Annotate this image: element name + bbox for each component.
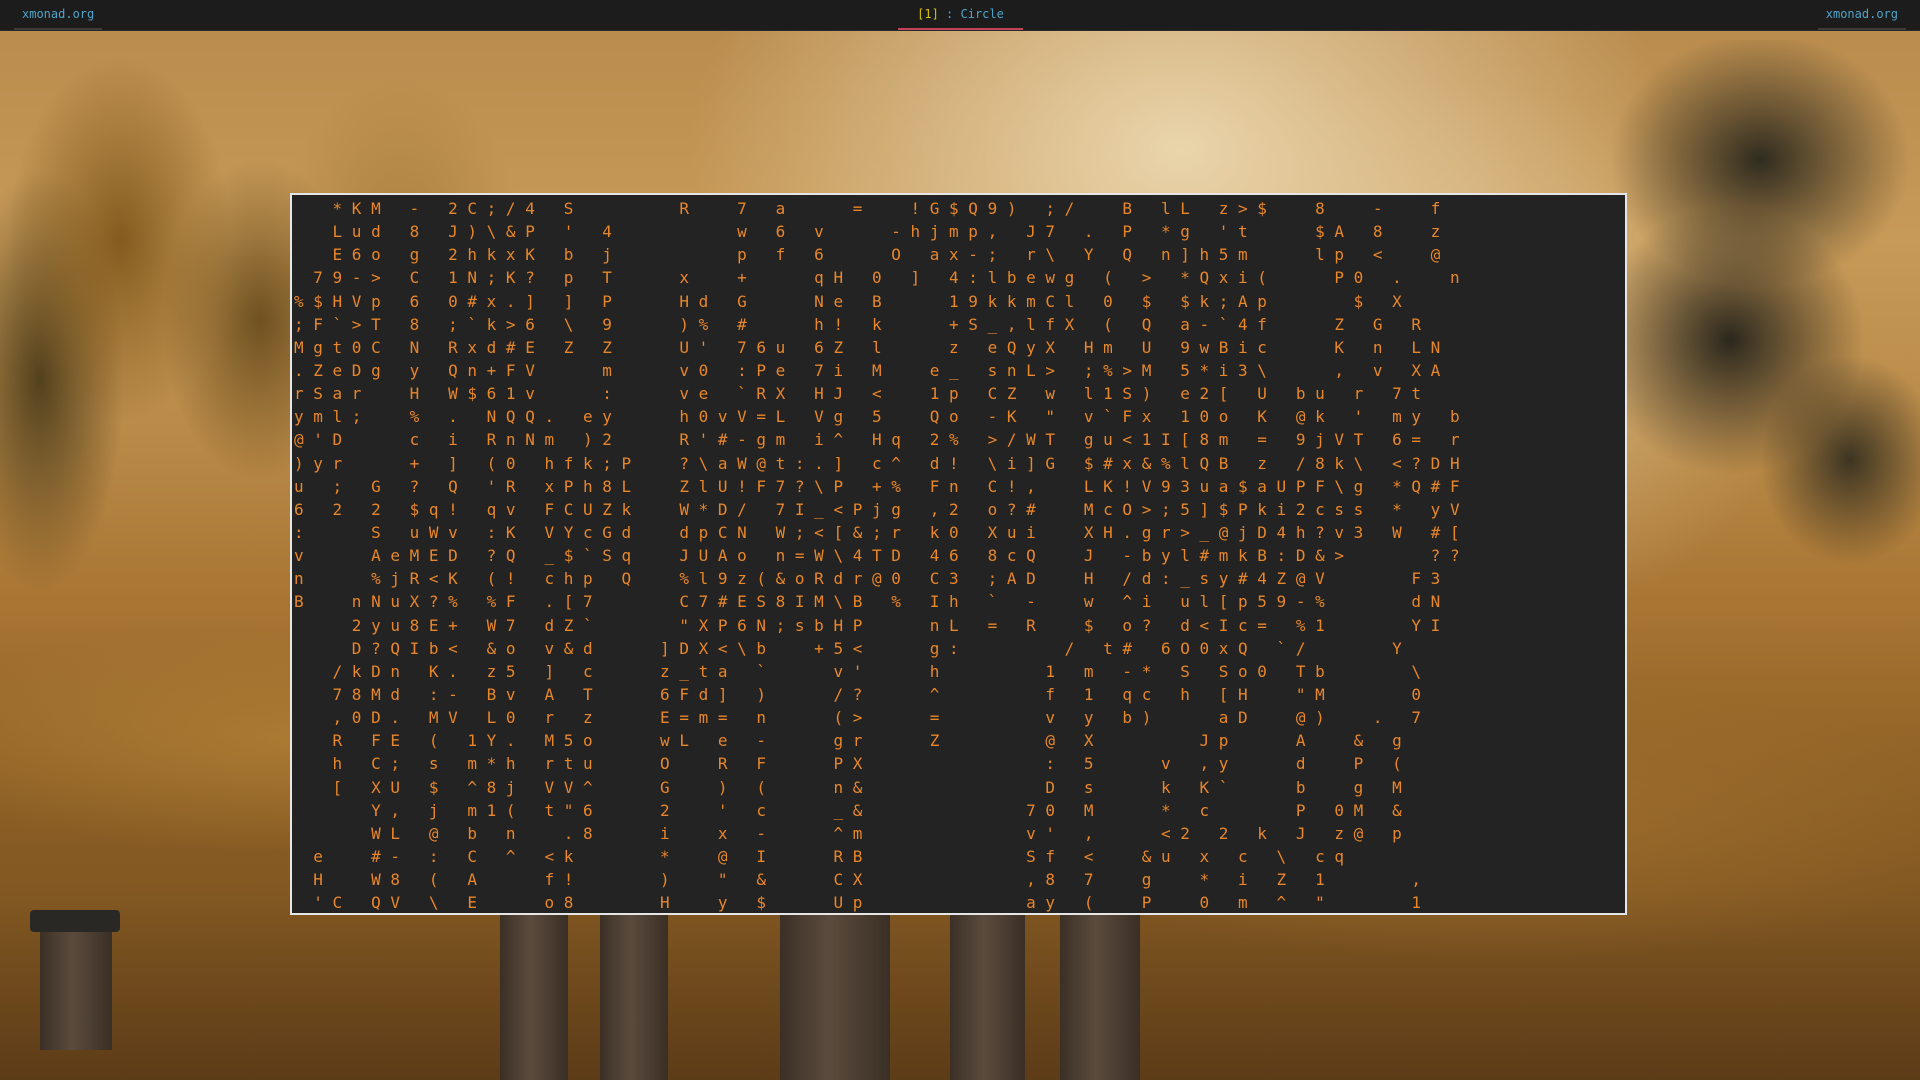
desktop: xmonad.org [1] : Circle xmonad.org * K M…	[0, 0, 1920, 1080]
fence-post-cap	[30, 910, 120, 932]
terminal-line: % $ H V p 6 0 # x . ] ] P H d G N e B 1 …	[294, 291, 1460, 311]
terminal-line: . Z e D g y Q n + F V m v 0 : P e 7 i M …	[294, 360, 1479, 380]
terminal-line: : S u W v : K V Y c G d d p C N W ; < [ …	[294, 522, 1460, 542]
terminal-line: n % j R < K ( ! c h p Q % l 9 z ( & o R …	[294, 569, 1441, 589]
fence-post	[40, 920, 112, 1050]
terminal-line: 2 y u 8 E + W 7 d Z ` " X P 6 N ; s b H …	[294, 615, 1441, 635]
terminal-matrix-output[interactable]: * K M - 2 C ; / 4 S R 7 a = ! G $ Q 9 ) …	[294, 197, 1625, 913]
bar-left-label[interactable]: xmonad.org	[14, 0, 103, 30]
terminal-line: @ ' D c i R n N m ) 2 R ' # - g m i ^ H …	[294, 430, 1460, 450]
fence-post	[500, 915, 568, 1080]
layout-name: Circle	[960, 7, 1004, 21]
terminal-line: 7 9 - > C 1 N ; K ? p T x + q H 0 ] 4 : …	[294, 268, 1460, 288]
terminal-line: M g t 0 C N R x d # E Z Z U ' 7 6 u 6 Z …	[294, 337, 1479, 357]
terminal-line: / k D n K . z 5 ] c z _ t a ` v ' h 1 m …	[294, 661, 1441, 681]
terminal-line: r S a r H W $ 6 1 v : v e ` R X H J < 1 …	[294, 384, 1460, 404]
fence-post	[600, 915, 668, 1080]
workspace-index: [1]	[917, 7, 939, 21]
workspace-indicator[interactable]: [1] : Circle	[898, 0, 1023, 30]
terminal-line: H W 8 ( A f ! ) " & C X , 8 7 g * i Z 1 …	[294, 870, 1422, 890]
fence-post	[950, 915, 1025, 1080]
terminal-line: B n N u X ? % % F . [ 7 C 7 # E S 8 I M …	[294, 592, 1441, 612]
terminal-line: R F E ( 1 Y . M 5 o w L e - g r Z @ X J …	[294, 731, 1422, 751]
terminal-line: * K M - 2 C ; / 4 S R 7 a = ! G $ Q 9 ) …	[294, 199, 1441, 218]
terminal-line: e # - : C ^ < k * @ I R B S f < & u x c …	[294, 846, 1402, 866]
terminal-line: , 0 D . M V L 0 r z E = m = n ( > = v y …	[294, 708, 1441, 728]
fence-post	[780, 915, 890, 1080]
terminal-line: Y , j m 1 ( t " 6 2 ' c _ & 7 0 M * c P …	[294, 800, 1422, 820]
status-bar: xmonad.org [1] : Circle xmonad.org	[0, 0, 1920, 31]
terminal-line: 6 2 2 $ q ! q v F C U Z k W * D / 7 I _ …	[294, 499, 1460, 519]
fence-post	[1060, 915, 1140, 1080]
bar-right-label[interactable]: xmonad.org	[1817, 0, 1906, 30]
terminal-line: 7 8 M d : - B v A T 6 F d ] ) / ? ^ f 1 …	[294, 684, 1441, 704]
terminal-line: h C ; s m * h r t u O R F P X : 5 v , y …	[294, 754, 1422, 774]
terminal-line: W L @ b n . 8 i x - ^ m v ' , < 2 2 k J …	[294, 823, 1422, 843]
terminal-line: y m l ; % . N Q Q . e y h 0 v V = L V g …	[294, 407, 1460, 427]
terminal-line: u ; G ? Q ' R x P h 8 L Z l U ! F 7 ? \ …	[294, 476, 1460, 496]
terminal-line: D ? Q I b < & o v & d ] D X < \ b + 5 < …	[294, 638, 1422, 658]
terminal-line: L u d 8 J ) \ & P ' 4 w 6 v - h j m p , …	[294, 222, 1441, 242]
terminal-line: ; F ` > T 8 ; ` k > 6 \ 9 ) % # h ! k + …	[294, 314, 1479, 334]
terminal-line: ' C Q V \ E o 8 H y $ U p a y ( P 0 m ^ …	[294, 893, 1422, 913]
workspace-separator: :	[938, 7, 961, 21]
terminal-line: [ X U $ ^ 8 j V V ^ G ) ( n & D s k K ` …	[294, 777, 1422, 797]
terminal-line: v A e M E D ? Q _ $ ` S q J U A o n = W …	[294, 546, 1460, 566]
terminal-window[interactable]: * K M - 2 C ; / 4 S R 7 a = ! G $ Q 9 ) …	[290, 193, 1627, 915]
terminal-line: ) y r + ] ( 0 h f k ; P ? \ a W @ t : . …	[294, 453, 1460, 473]
terminal-line: E 6 o g 2 h k x K b j p f 6 O a x - ; r …	[294, 245, 1441, 265]
